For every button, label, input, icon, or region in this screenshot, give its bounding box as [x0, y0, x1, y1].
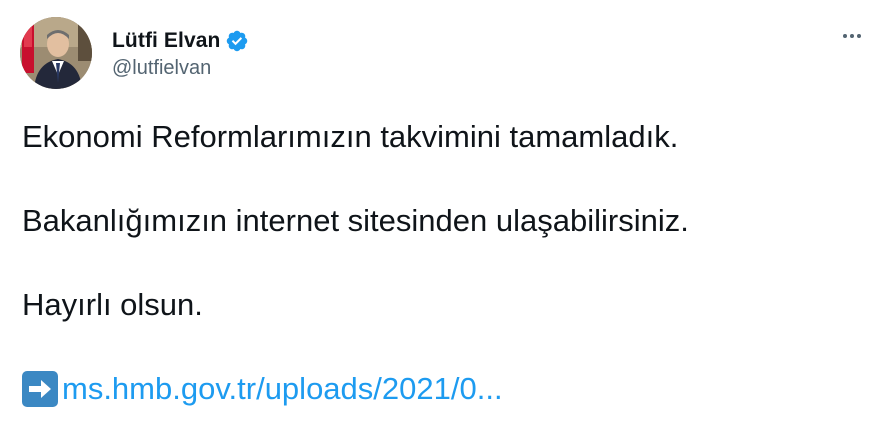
arrow-right-icon [22, 371, 58, 407]
tweet-link-line: ms.hmb.gov.tr/uploads/2021/0... [22, 368, 689, 410]
avatar-image [20, 17, 92, 89]
tweet-card: Lütfi Elvan @lutfielvan Ekonomi Reformla… [0, 0, 888, 433]
verified-badge-icon [225, 29, 249, 53]
tweet-header: Lütfi Elvan @lutfielvan [20, 17, 249, 89]
tweet-paragraph-1: Ekonomi Reformlarımızın takvimini tamaml… [22, 119, 679, 154]
avatar[interactable] [20, 17, 92, 89]
tweet-paragraph-2: Bakanlığımızın internet sitesinden ulaşa… [22, 203, 689, 238]
more-options-icon[interactable] [838, 22, 866, 50]
name-row: Lütfi Elvan [112, 27, 249, 55]
tweet-paragraph-3: Hayırlı olsun. [22, 287, 203, 322]
tweet-link[interactable]: ms.hmb.gov.tr/uploads/2021/0... [62, 368, 503, 410]
author-names: Lütfi Elvan @lutfielvan [112, 27, 249, 80]
tweet-text: Ekonomi Reformlarımızın takvimini tamaml… [22, 116, 689, 410]
display-name[interactable]: Lütfi Elvan [112, 29, 220, 53]
author-handle[interactable]: @lutfielvan [112, 57, 249, 80]
